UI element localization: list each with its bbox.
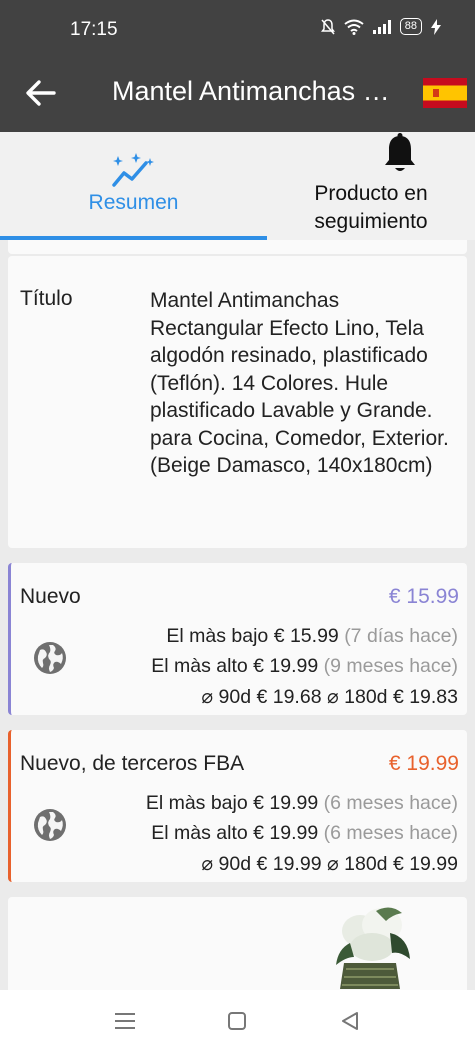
tab-summary-label: Resumen [88, 191, 179, 214]
avg180-label: ⌀ 180d [326, 686, 388, 708]
title-card: Título Mantel Antimanchas Rectangular Ef… [8, 256, 467, 548]
product-image [336, 907, 410, 989]
avg90-price: € 19.99 [256, 853, 322, 875]
lowest-when: (7 días hace) [344, 625, 458, 647]
title-label: Título [20, 287, 73, 310]
highest-when: (9 meses hace) [323, 655, 458, 677]
highest-row: El màs alto € 19.99 (6 meses hace) [151, 822, 458, 845]
tab-bar: Resumen Producto en seguimiento [0, 132, 475, 240]
lowest-price: € 15.99 [273, 625, 339, 647]
tab-summary[interactable]: Resumen [0, 132, 267, 240]
avg180-price: € 19.83 [392, 686, 458, 708]
arrow-left-icon[interactable] [24, 76, 58, 110]
wifi-icon [344, 19, 364, 35]
offer-card-fba[interactable]: Nuevo, de terceros FBA € 19.99 El màs ba… [8, 730, 467, 882]
app-bar: Mantel Antimanchas R... [0, 60, 475, 132]
highest-when: (6 meses hace) [323, 822, 458, 844]
tab-tracking[interactable]: Producto en seguimiento [267, 132, 475, 240]
menu-icon[interactable] [114, 1011, 136, 1031]
content-scroll[interactable]: Título Mantel Antimanchas Rectangular Ef… [0, 240, 475, 990]
lowest-row: El màs bajo € 19.99 (6 meses hace) [146, 792, 458, 815]
page-title: Mantel Antimanchas R... [112, 76, 404, 106]
trend-sparkle-icon [112, 153, 154, 187]
mute-bell-icon [320, 18, 335, 34]
highest-price: € 19.99 [253, 822, 319, 844]
tab-tracking-label: Producto en seguimiento [314, 182, 428, 233]
highest-price: € 19.99 [253, 655, 319, 677]
offer-card-new[interactable]: Nuevo € 15.99 El màs bajo € 15.99 (7 día… [8, 563, 467, 715]
lowest-label: El màs bajo [145, 792, 248, 814]
offer-price: € 19.99 [388, 752, 459, 775]
globe-icon [34, 809, 66, 841]
avg180-label: ⌀ 180d [326, 853, 388, 875]
back-triangle-icon[interactable] [340, 1011, 360, 1031]
lowest-row: El màs bajo € 15.99 (7 días hace) [166, 625, 458, 648]
product-title: Mantel Antimanchas Rectangular Efecto Li… [150, 289, 449, 477]
offer-price: € 15.99 [388, 585, 459, 608]
status-time: 17:15 [70, 19, 118, 40]
offer-name: Nuevo [20, 585, 81, 608]
highest-label: El màs alto [151, 822, 248, 844]
highest-label: El màs alto [151, 655, 248, 677]
spain-flag-icon[interactable] [423, 78, 467, 108]
offer-name: Nuevo, de terceros FBA [20, 752, 245, 775]
signal-icon [372, 19, 391, 34]
avg90-label: ⌀ 90d [201, 686, 252, 708]
status-bar: 17:15 88 [0, 0, 475, 60]
lowest-label: El màs bajo [166, 625, 269, 647]
average-row: ⌀ 90d € 19.99 ⌀ 180d € 19.99 [201, 852, 458, 876]
battery-level: 88 [399, 18, 422, 35]
average-row: ⌀ 90d € 19.68 ⌀ 180d € 19.83 [201, 685, 458, 709]
home-square-icon[interactable] [227, 1011, 247, 1031]
product-image-card[interactable] [8, 897, 467, 990]
lowest-when: (6 meses hace) [323, 792, 458, 814]
avg90-label: ⌀ 90d [201, 853, 252, 875]
globe-icon [34, 642, 66, 674]
avg90-price: € 19.68 [256, 686, 322, 708]
lowest-price: € 19.99 [253, 792, 319, 814]
charging-icon [431, 18, 441, 35]
status-icons: 88 [320, 18, 441, 35]
avg180-price: € 19.99 [392, 853, 458, 875]
bell-icon [385, 133, 415, 171]
system-nav-bar [0, 990, 475, 1056]
previous-card [8, 240, 467, 254]
highest-row: El màs alto € 19.99 (9 meses hace) [151, 655, 458, 678]
